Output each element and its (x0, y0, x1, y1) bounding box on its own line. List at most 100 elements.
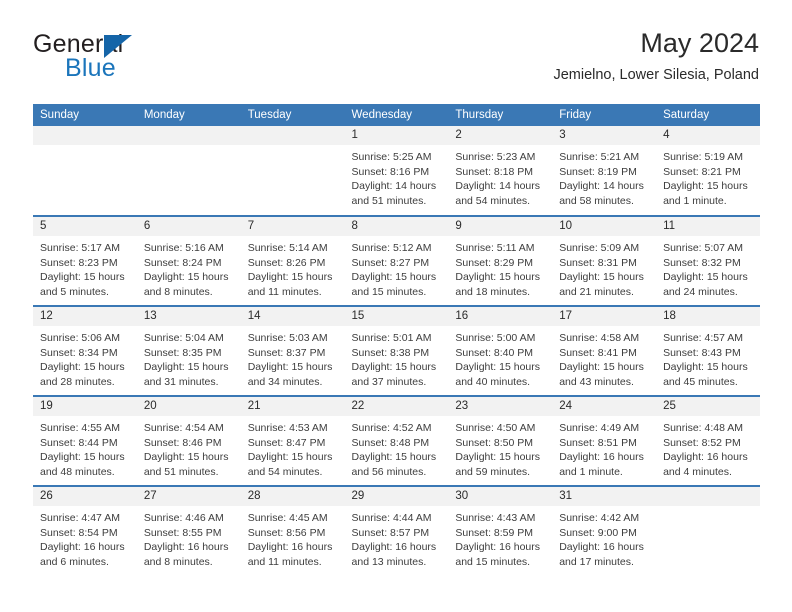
day-number: 3 (552, 126, 657, 145)
day-number (136, 126, 241, 145)
sunset-text: Sunset: 8:27 PM (351, 256, 430, 269)
daylight-text: Daylight: 14 hours and 54 minutes. (455, 180, 541, 207)
calendar-day-cell[interactable]: 12 Sunrise: 5:06 AM Sunset: 8:34 PM Dayligh… (33, 305, 137, 396)
calendar-page: General Blue May 2024 Jemielno, Lower Si… (0, 0, 792, 612)
calendar-day-cell[interactable]: 16 Sunrise: 5:00 AM Sunset: 8:40 PM Dayligh… (448, 305, 553, 396)
calendar-day-cell[interactable]: 15 Sunrise: 5:01 AM Sunset: 8:38 PM Dayligh… (344, 305, 449, 396)
calendar-day-cell[interactable]: 18 Sunrise: 4:57 AM Sunset: 8:43 PM Dayligh… (656, 305, 760, 396)
weekday-header-row: Sunday Monday Tuesday Wednesday Thursday… (33, 104, 760, 126)
sunset-text: Sunset: 8:56 PM (247, 526, 326, 539)
day-details: Sunrise: 4:43 AM Sunset: 8:59 PM Daylight:… (448, 506, 552, 569)
general-blue-logo: General Blue (33, 30, 253, 86)
daylight-text: Daylight: 16 hours and 17 minutes. (559, 541, 644, 568)
calendar-day-cell[interactable]: 23 Sunrise: 4:50 AM Sunset: 8:50 PM Dayligh… (448, 395, 553, 486)
page-header: General Blue May 2024 Jemielno, Lower Si… (33, 26, 759, 98)
day-number: 23 (448, 398, 553, 416)
sunset-text: Sunset: 8:21 PM (663, 165, 741, 178)
calendar-day-cell[interactable]: 17 Sunrise: 4:58 AM Sunset: 8:41 PM Dayligh… (552, 305, 657, 396)
daylight-text: Daylight: 16 hours and 15 minutes. (455, 541, 541, 568)
sunset-text: Sunset: 8:19 PM (559, 165, 637, 178)
sunrise-text: Sunrise: 5:19 AM (663, 151, 744, 163)
day-number: 12 (33, 308, 137, 326)
calendar-day-cell[interactable]: 31 Sunrise: 4:42 AM Sunset: 9:00 PM Dayligh… (552, 485, 657, 576)
sunrise-text: Sunrise: 5:09 AM (559, 242, 640, 254)
calendar-day-cell[interactable]: 7 Sunrise: 5:14 AM Sunset: 8:26 PM Daylight… (240, 215, 345, 306)
daylight-text: Daylight: 14 hours and 58 minutes. (559, 180, 644, 207)
day-number: 25 (656, 398, 760, 416)
sunset-text: Sunset: 8:34 PM (40, 346, 118, 359)
sunrise-text: Sunrise: 4:58 AM (559, 332, 640, 344)
calendar-day-cell[interactable]: 30 Sunrise: 4:43 AM Sunset: 8:59 PM Dayligh… (448, 485, 553, 576)
calendar-day-cell[interactable]: 10 Sunrise: 5:09 AM Sunset: 8:31 PM Dayligh… (552, 215, 657, 306)
day-details: Sunrise: 5:17 AM Sunset: 8:23 PM Daylight:… (33, 236, 137, 299)
day-number: 30 (448, 488, 553, 506)
daylight-text: Daylight: 15 hours and 43 minutes. (559, 361, 644, 388)
day-details: Sunrise: 4:57 AM Sunset: 8:43 PM Daylight:… (656, 326, 760, 389)
calendar-day-cell[interactable]: 14 Sunrise: 5:03 AM Sunset: 8:37 PM Dayligh… (240, 305, 345, 396)
sunrise-text: Sunrise: 5:01 AM (351, 332, 432, 344)
day-details: Sunrise: 5:07 AM Sunset: 8:32 PM Daylight:… (656, 236, 760, 299)
calendar-day-cell[interactable]: 5 Sunrise: 5:17 AM Sunset: 8:23 PM Daylight… (33, 215, 137, 306)
day-details: Sunrise: 4:45 AM Sunset: 8:56 PM Daylight:… (241, 506, 345, 569)
calendar-day-cell[interactable]: 20 Sunrise: 4:54 AM Sunset: 8:46 PM Dayligh… (136, 395, 241, 486)
calendar-day-cell-empty (136, 126, 241, 216)
calendar-day-cell[interactable]: 21 Sunrise: 4:53 AM Sunset: 8:47 PM Dayligh… (240, 395, 345, 486)
sunrise-text: Sunrise: 4:48 AM (663, 422, 744, 434)
daylight-text: Daylight: 15 hours and 11 minutes. (247, 271, 333, 298)
day-number: 15 (344, 308, 449, 326)
calendar-day-cell[interactable]: 4 Sunrise: 5:19 AM Sunset: 8:21 PM Daylight… (656, 126, 760, 216)
day-number: 18 (656, 308, 760, 326)
calendar-day-cell[interactable]: 19 Sunrise: 4:55 AM Sunset: 8:44 PM Dayligh… (33, 395, 137, 486)
calendar-day-cell[interactable]: 13 Sunrise: 5:04 AM Sunset: 8:35 PM Dayligh… (136, 305, 241, 396)
sunset-text: Sunset: 8:18 PM (455, 165, 534, 178)
calendar-day-cell[interactable]: 26 Sunrise: 4:47 AM Sunset: 8:54 PM Dayligh… (33, 485, 137, 576)
weekday-header-thursday: Thursday (448, 104, 553, 126)
day-number (240, 126, 345, 145)
day-details: Sunrise: 5:25 AM Sunset: 8:16 PM Daylight:… (345, 145, 449, 208)
sunrise-text: Sunrise: 5:00 AM (455, 332, 536, 344)
day-details: Sunrise: 5:19 AM Sunset: 8:21 PM Daylight:… (656, 145, 760, 208)
calendar-day-cell[interactable]: 24 Sunrise: 4:49 AM Sunset: 8:51 PM Dayligh… (552, 395, 657, 486)
sunset-text: Sunset: 8:52 PM (663, 436, 741, 449)
calendar-day-cell[interactable]: 1 Sunrise: 5:25 AM Sunset: 8:16 PM Daylight… (344, 126, 449, 216)
day-details: Sunrise: 5:00 AM Sunset: 8:40 PM Daylight:… (448, 326, 552, 389)
day-number: 22 (344, 398, 449, 416)
daylight-text: Daylight: 15 hours and 24 minutes. (663, 271, 748, 298)
calendar-day-cell[interactable]: 22 Sunrise: 4:52 AM Sunset: 8:48 PM Dayligh… (344, 395, 449, 486)
calendar-day-cell[interactable]: 11 Sunrise: 5:07 AM Sunset: 8:32 PM Dayligh… (656, 215, 760, 306)
sunrise-text: Sunrise: 5:04 AM (143, 332, 224, 344)
daylight-text: Daylight: 15 hours and 40 minutes. (455, 361, 541, 388)
sunset-text: Sunset: 8:44 PM (40, 436, 118, 449)
calendar-week-row: 19 Sunrise: 4:55 AM Sunset: 8:44 PM Dayligh… (33, 395, 760, 486)
daylight-text: Daylight: 15 hours and 37 minutes. (351, 361, 437, 388)
calendar-day-cell[interactable]: 6 Sunrise: 5:16 AM Sunset: 8:24 PM Daylight… (136, 215, 241, 306)
calendar-day-cell[interactable]: 29 Sunrise: 4:44 AM Sunset: 8:57 PM Dayligh… (344, 485, 449, 576)
day-number: 14 (240, 308, 345, 326)
calendar-day-cell[interactable]: 27 Sunrise: 4:46 AM Sunset: 8:55 PM Dayligh… (136, 485, 241, 576)
calendar-day-cell[interactable]: 2 Sunrise: 5:23 AM Sunset: 8:18 PM Daylight… (448, 126, 553, 216)
day-number: 4 (656, 126, 760, 145)
sunrise-text: Sunrise: 4:55 AM (40, 422, 120, 434)
calendar-day-cell[interactable]: 3 Sunrise: 5:21 AM Sunset: 8:19 PM Daylight… (552, 126, 657, 216)
day-details: Sunrise: 5:16 AM Sunset: 8:24 PM Daylight:… (137, 236, 241, 299)
day-details: Sunrise: 4:54 AM Sunset: 8:46 PM Daylight:… (137, 416, 241, 479)
sunrise-text: Sunrise: 4:57 AM (663, 332, 744, 344)
calendar-day-cell-empty (656, 485, 760, 576)
calendar-day-cell[interactable]: 9 Sunrise: 5:11 AM Sunset: 8:29 PM Daylight… (448, 215, 553, 306)
sunset-text: Sunset: 8:37 PM (247, 346, 326, 359)
daylight-text: Daylight: 15 hours and 54 minutes. (247, 451, 333, 478)
calendar-day-cell[interactable]: 25 Sunrise: 4:48 AM Sunset: 8:52 PM Dayligh… (656, 395, 760, 486)
sunset-text: Sunset: 8:24 PM (143, 256, 222, 269)
daylight-text: Daylight: 15 hours and 56 minutes. (351, 451, 437, 478)
calendar-day-cell[interactable]: 8 Sunrise: 5:12 AM Sunset: 8:27 PM Daylight… (344, 215, 449, 306)
calendar-day-cell[interactable]: 28 Sunrise: 4:45 AM Sunset: 8:56 PM Dayligh… (240, 485, 345, 576)
sunrise-text: Sunrise: 5:11 AM (455, 242, 535, 254)
sunrise-text: Sunrise: 4:45 AM (247, 512, 328, 524)
day-number: 13 (136, 308, 241, 326)
day-number: 8 (344, 218, 449, 236)
sunrise-text: Sunrise: 4:53 AM (247, 422, 328, 434)
sunrise-text: Sunrise: 4:44 AM (351, 512, 432, 524)
daylight-text: Daylight: 15 hours and 15 minutes. (351, 271, 437, 298)
day-number (33, 126, 137, 145)
day-number: 1 (344, 126, 449, 145)
